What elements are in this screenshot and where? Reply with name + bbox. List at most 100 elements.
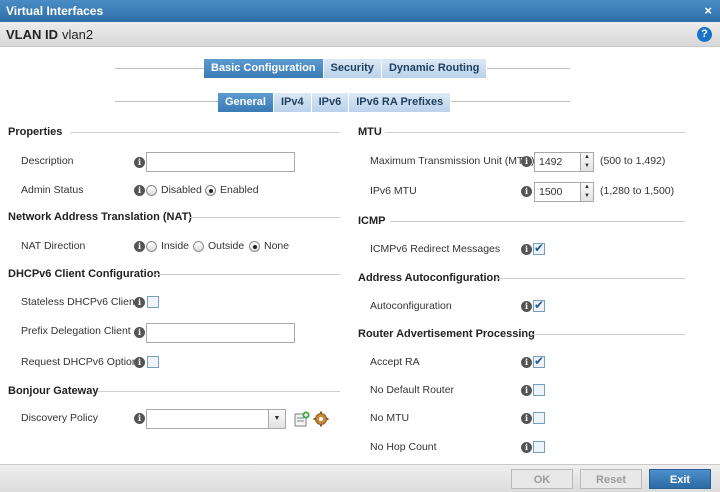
autoconfiguration-checkbox[interactable] bbox=[533, 298, 545, 312]
info-icon[interactable]: i bbox=[134, 157, 145, 168]
window-title-bar: Virtual Interfaces × bbox=[0, 0, 720, 22]
arrow-down-icon[interactable]: ▼ bbox=[584, 163, 590, 169]
info-icon[interactable]: i bbox=[521, 156, 532, 167]
properties-heading: Properties bbox=[8, 126, 63, 138]
ipv6-mtu-label: IPv6 MTU bbox=[370, 185, 417, 197]
dhcpv6-divider bbox=[153, 274, 340, 275]
admin-status-enabled-radio[interactable] bbox=[205, 185, 216, 196]
exit-button[interactable]: Exit bbox=[649, 469, 711, 489]
max-mtu-stepper[interactable]: ▲ ▼ bbox=[580, 152, 594, 172]
max-mtu-value: 1492 bbox=[539, 156, 563, 168]
bonjour-heading: Bonjour Gateway bbox=[8, 385, 99, 397]
info-icon[interactable]: i bbox=[134, 241, 145, 252]
admin-status-disabled-radio[interactable] bbox=[146, 185, 157, 196]
icmp-divider bbox=[390, 221, 685, 222]
discovery-policy-label: Discovery Policy bbox=[21, 412, 99, 424]
max-mtu-label: Maximum Transmission Unit (MTU) bbox=[370, 155, 535, 167]
icmpv6-redirect-label: ICMPv6 Redirect Messages bbox=[370, 243, 501, 255]
admin-status-enabled-label: Enabled bbox=[220, 184, 259, 196]
tab-ipv4[interactable]: IPv4 bbox=[273, 93, 312, 112]
nat-none-label: None bbox=[264, 240, 290, 252]
tab-general[interactable]: General bbox=[218, 93, 274, 112]
info-icon[interactable]: i bbox=[134, 297, 145, 308]
info-icon[interactable]: i bbox=[521, 413, 532, 424]
info-icon[interactable]: i bbox=[521, 385, 532, 396]
ipv6-mtu-value: 1500 bbox=[539, 186, 563, 198]
no-hop-count-checkbox[interactable] bbox=[533, 441, 545, 453]
request-dhcpv6-options-label: Request DHCPv6 Options bbox=[21, 356, 143, 368]
bonjour-divider bbox=[97, 391, 340, 392]
info-icon[interactable]: i bbox=[134, 185, 145, 196]
close-icon[interactable]: × bbox=[704, 3, 712, 18]
description-input[interactable] bbox=[146, 152, 295, 172]
gear-icon[interactable] bbox=[313, 411, 329, 427]
vlan-header: VLAN ID vlan2 ? bbox=[0, 22, 720, 47]
arrow-up-icon[interactable]: ▲ bbox=[584, 184, 590, 190]
no-default-router-label: No Default Router bbox=[370, 384, 455, 396]
vlan-id-value: vlan2 bbox=[62, 27, 94, 42]
properties-divider bbox=[70, 132, 340, 133]
discovery-policy-select[interactable]: ▼ bbox=[146, 409, 286, 429]
mtu-heading: MTU bbox=[358, 126, 382, 138]
icmp-heading: ICMP bbox=[358, 215, 386, 227]
no-default-router-checkbox[interactable] bbox=[533, 384, 545, 396]
ipv6-mtu-range: (1,280 to 1,500) bbox=[600, 185, 675, 197]
nat-none-radio[interactable] bbox=[249, 241, 260, 252]
ipv6-mtu-stepper[interactable]: ▲ ▼ bbox=[580, 182, 594, 202]
help-icon[interactable]: ? bbox=[697, 27, 712, 42]
mtu-divider bbox=[385, 132, 685, 133]
description-label: Description bbox=[21, 155, 74, 167]
max-mtu-range: (500 to 1,492) bbox=[600, 155, 666, 167]
info-icon[interactable]: i bbox=[521, 301, 532, 312]
info-icon[interactable]: i bbox=[521, 357, 532, 368]
nat-divider bbox=[190, 217, 340, 218]
icmpv6-redirect-checkbox[interactable] bbox=[533, 241, 545, 255]
no-hop-count-label: No Hop Count bbox=[370, 441, 437, 453]
ok-button[interactable]: OK bbox=[511, 469, 573, 489]
info-icon[interactable]: i bbox=[134, 413, 145, 424]
autoconf-divider bbox=[498, 278, 685, 279]
nat-outside-radio[interactable] bbox=[193, 241, 204, 252]
prefix-delegation-label: Prefix Delegation Client bbox=[21, 325, 131, 337]
stateless-dhcpv6-label: Stateless DHCPv6 Client bbox=[21, 296, 138, 308]
reset-button[interactable]: Reset bbox=[580, 469, 642, 489]
accept-ra-label: Accept RA bbox=[370, 356, 420, 368]
nat-inside-radio[interactable] bbox=[146, 241, 157, 252]
admin-status-disabled-label: Disabled bbox=[161, 184, 202, 196]
prefix-delegation-input[interactable] bbox=[146, 323, 295, 343]
info-icon[interactable]: i bbox=[521, 442, 532, 453]
arrow-up-icon[interactable]: ▲ bbox=[584, 154, 590, 160]
tab-ipv6[interactable]: IPv6 bbox=[311, 93, 350, 112]
nat-direction-label: NAT Direction bbox=[21, 240, 86, 252]
dhcpv6-heading: DHCPv6 Client Configuration bbox=[8, 268, 161, 280]
vlan-id-label: VLAN ID bbox=[6, 27, 58, 42]
nat-inside-label: Inside bbox=[161, 240, 190, 252]
info-icon[interactable]: i bbox=[521, 186, 532, 197]
admin-status-label: Admin Status bbox=[21, 184, 84, 196]
tab-basic-configuration[interactable]: Basic Configuration bbox=[204, 59, 324, 78]
nat-heading: Network Address Translation (NAT) bbox=[8, 211, 192, 223]
info-icon[interactable]: i bbox=[134, 357, 145, 368]
rap-heading: Router Advertisement Processing bbox=[358, 328, 535, 340]
arrow-down-icon[interactable]: ▼ bbox=[584, 193, 590, 199]
window-title: Virtual Interfaces bbox=[6, 4, 104, 18]
accept-ra-checkbox[interactable] bbox=[533, 354, 545, 368]
sub-tabs: General IPv4 IPv6 IPv6 RA Prefixes bbox=[218, 93, 452, 112]
main-tabs: Basic Configuration Security Dynamic Rou… bbox=[204, 59, 488, 78]
info-icon[interactable]: i bbox=[134, 327, 145, 338]
footer-bar: OK Reset Exit bbox=[0, 464, 720, 492]
create-policy-icon[interactable] bbox=[294, 411, 310, 427]
tab-ipv6-ra-prefixes[interactable]: IPv6 RA Prefixes bbox=[349, 93, 452, 112]
no-mtu-label: No MTU bbox=[370, 412, 410, 424]
info-icon[interactable]: i bbox=[521, 244, 532, 255]
rap-divider bbox=[530, 334, 685, 335]
chevron-down-icon[interactable]: ▼ bbox=[268, 410, 285, 428]
request-dhcpv6-options-checkbox[interactable] bbox=[147, 356, 159, 368]
tab-security[interactable]: Security bbox=[323, 59, 382, 78]
stateless-dhcpv6-checkbox[interactable] bbox=[147, 296, 159, 308]
autoconfiguration-label: Autoconfiguration bbox=[370, 300, 452, 312]
tab-dynamic-routing[interactable]: Dynamic Routing bbox=[381, 59, 488, 78]
nat-outside-label: Outside bbox=[208, 240, 245, 252]
autoconf-heading: Address Autoconfiguration bbox=[358, 272, 500, 284]
no-mtu-checkbox[interactable] bbox=[533, 412, 545, 424]
